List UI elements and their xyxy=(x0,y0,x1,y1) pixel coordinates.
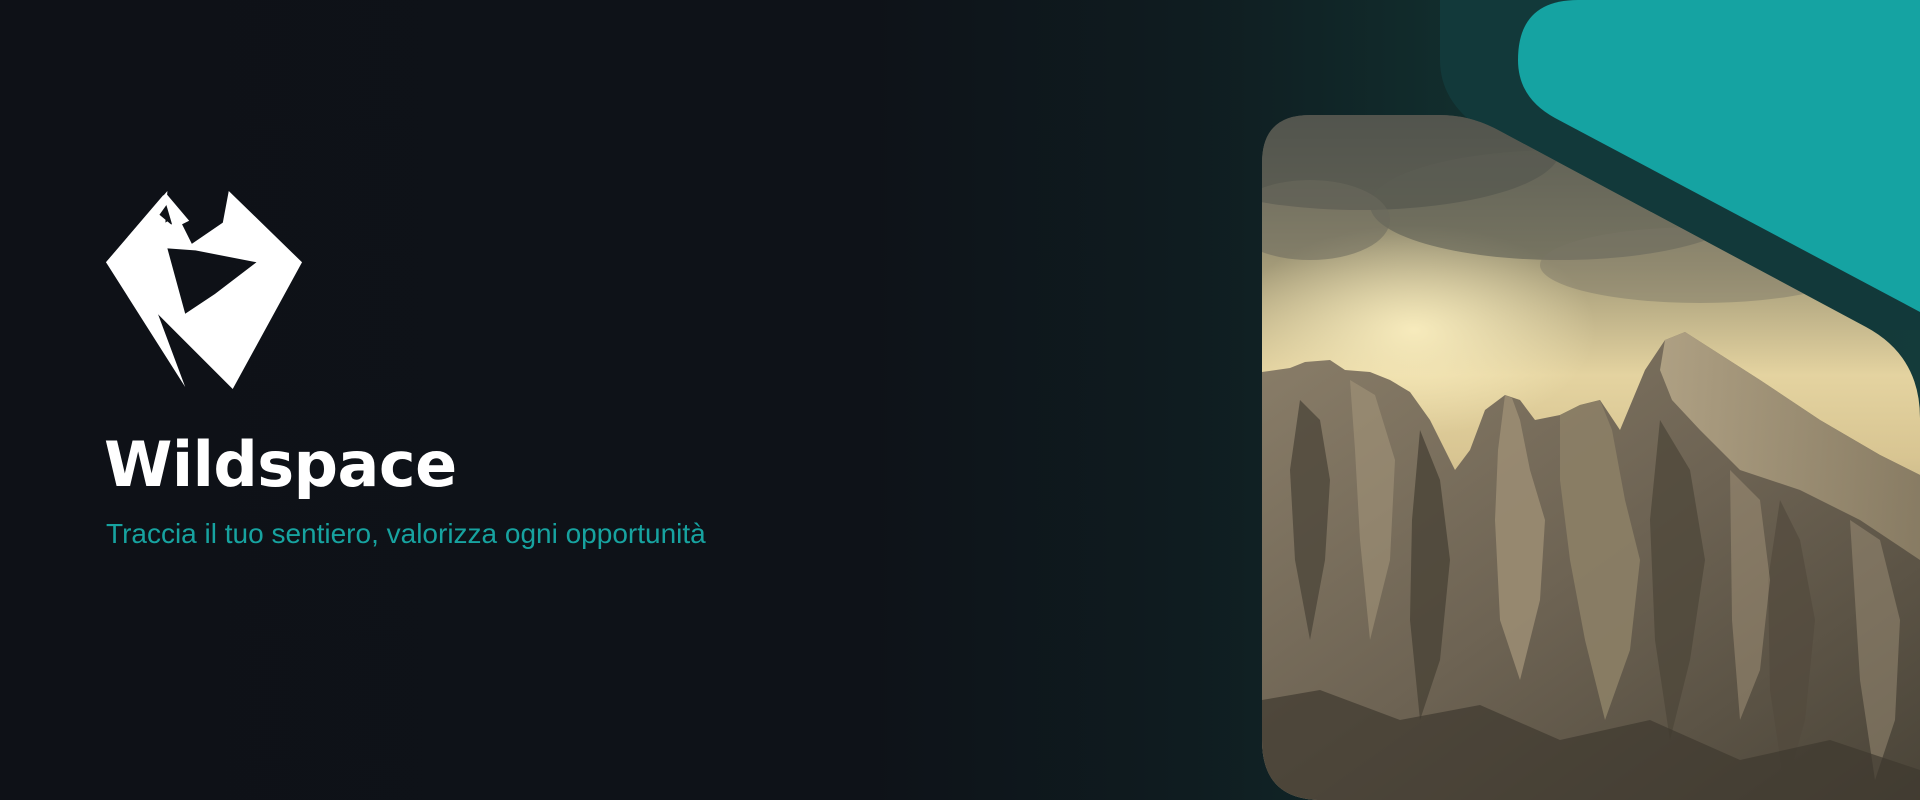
brand-logo-icon xyxy=(106,191,303,389)
hero-banner: Wildspace Traccia il tuo sentiero, valor… xyxy=(0,0,1920,800)
brand-tagline: Traccia il tuo sentiero, valorizza ogni … xyxy=(106,518,706,549)
background-art xyxy=(1262,0,1920,800)
brand-name: Wildspace xyxy=(104,428,457,501)
